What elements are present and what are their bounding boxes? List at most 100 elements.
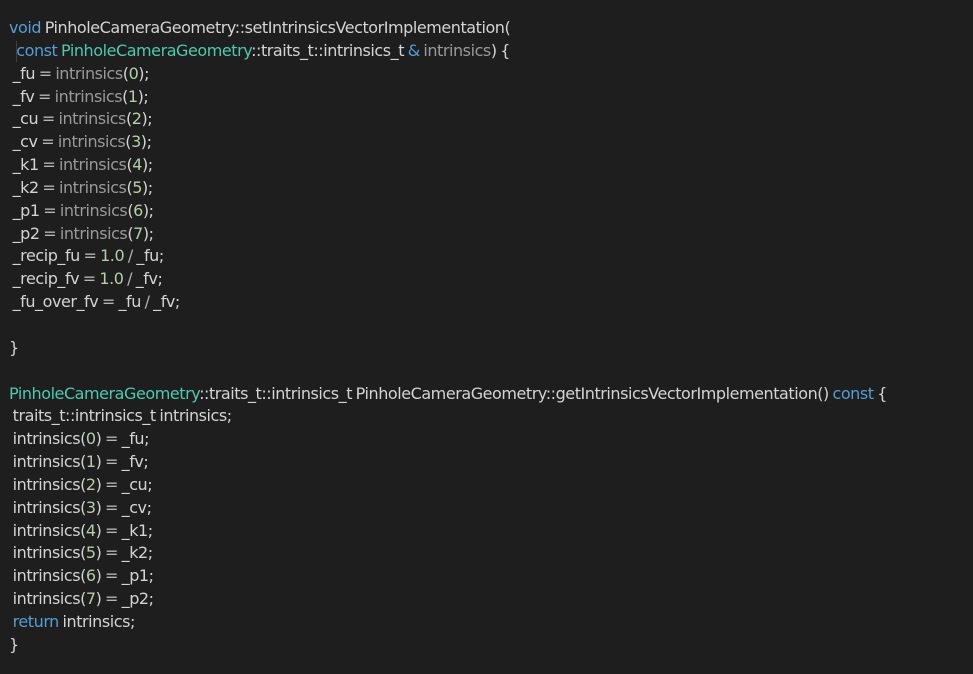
code-line[interactable]: _k2 = intrinsics(5);: [9, 177, 973, 200]
code-line[interactable]: intrinsics(2) = _cu;: [9, 474, 973, 497]
code-line[interactable]: _cv = intrinsics(3);: [9, 131, 973, 154]
code-token: _cu: [9, 109, 42, 129]
code-token: );: [141, 155, 153, 175]
code-line[interactable]: intrinsics(4) = _k1;: [9, 520, 973, 543]
code-token: _k2;: [118, 543, 154, 563]
code-line[interactable]: _cu = intrinsics(2);: [9, 108, 973, 131]
code-token: &: [407, 40, 420, 60]
code-line[interactable]: intrinsics(3) = _cv;: [9, 497, 973, 520]
code-line[interactable]: intrinsics(0) = _fu;: [9, 428, 973, 451]
code-token: _recip_fv: [9, 269, 83, 289]
code-token: 5: [85, 543, 96, 563]
code-token: 3: [85, 497, 96, 517]
code-token: 2: [85, 474, 96, 494]
code-line[interactable]: const PinholeCameraGeometry::traits_t::i…: [9, 40, 973, 63]
code-token: );: [141, 109, 153, 129]
code-token: const: [832, 383, 874, 403]
code-line[interactable]: _recip_fu = 1.0 / _fu;: [9, 245, 973, 268]
code-line[interactable]: [9, 314, 973, 337]
code-line[interactable]: _k1 = intrinsics(4);: [9, 154, 973, 177]
code-line[interactable]: return intrinsics;: [9, 611, 973, 634]
code-token: intrinsics: [59, 223, 128, 243]
code-line[interactable]: intrinsics(7) = _p2;: [9, 588, 973, 611]
code-token: ): [95, 452, 106, 472]
code-line[interactable]: _p1 = intrinsics(6);: [9, 200, 973, 223]
code-token: {: [873, 383, 887, 403]
code-token: ): [95, 474, 106, 494]
code-token: );: [142, 223, 154, 243]
code-token: intrinsics(: [9, 520, 87, 540]
code-token: _fv;: [149, 292, 180, 312]
code-token: =: [38, 86, 51, 106]
code-token: _fv: [9, 86, 39, 106]
code-token: PinholeCameraGeometry: [9, 383, 200, 403]
code-line[interactable]: _fu_over_fv = _fu / _fv;: [9, 291, 973, 314]
code-token: _fu;: [132, 246, 164, 266]
code-line[interactable]: _fu = intrinsics(0);: [9, 63, 973, 86]
code-token: =: [83, 246, 97, 266]
code-line[interactable]: intrinsics(6) = _p1;: [9, 565, 973, 588]
code-line[interactable]: _recip_fv = 1.0 / _fv;: [9, 268, 973, 291]
code-token: intrinsics(: [9, 452, 87, 472]
code-token: );: [142, 200, 154, 220]
code-token: 1: [127, 86, 138, 106]
code-token: =: [42, 177, 56, 197]
code-token: _fu: [114, 292, 145, 312]
code-token: _cv: [9, 132, 42, 152]
code-token: intrinsics: [58, 177, 127, 197]
code-token: traits_t::intrinsics_t intrinsics;: [9, 406, 233, 426]
code-token: intrinsics: [423, 40, 491, 60]
code-token: PinholeCameraGeometry::setIntrinsicsVect…: [41, 18, 511, 37]
code-token: intrinsics: [57, 132, 126, 152]
code-token: _fu_over_fv: [9, 292, 102, 312]
code-line[interactable]: }: [9, 634, 973, 657]
code-token: 6: [85, 566, 96, 586]
code-token: _fu: [9, 63, 39, 83]
code-token: =: [43, 223, 57, 243]
code-line[interactable]: intrinsics(1) = _fv;: [9, 451, 973, 474]
code-token: }: [9, 337, 19, 357]
code-token: =: [38, 63, 52, 83]
code-token: =: [43, 200, 57, 220]
code-token: _p1;: [118, 566, 154, 586]
code-line[interactable]: _fv = intrinsics(1);: [9, 86, 973, 109]
code-token: );: [137, 86, 149, 106]
code-token: _k1;: [118, 520, 154, 540]
code-token: ) {: [490, 40, 511, 60]
indent-guide: [16, 40, 17, 62]
code-line[interactable]: intrinsics(5) = _k2;: [9, 542, 973, 565]
code-token: 0: [85, 429, 96, 449]
code-token: return: [12, 611, 60, 631]
code-token: 1.0: [100, 246, 125, 266]
code-token: _p1: [9, 200, 44, 220]
code-token: _p2;: [118, 589, 154, 609]
code-token: _recip_fu: [9, 246, 84, 266]
code-token: ): [95, 429, 106, 449]
code-token: ): [95, 497, 106, 517]
code-line[interactable]: }: [9, 337, 973, 360]
code-token: );: [140, 132, 152, 152]
code-line[interactable]: _p2 = intrinsics(7);: [9, 223, 973, 246]
code-token: intrinsics: [55, 63, 123, 83]
code-token: =: [105, 497, 119, 517]
code-token: intrinsics(: [9, 429, 87, 449]
code-token: =: [105, 429, 119, 449]
code-line[interactable]: PinholeCameraGeometry::traits_t::intrins…: [9, 383, 973, 406]
code-token: }: [9, 634, 19, 654]
code-line[interactable]: void PinholeCameraGeometry::setIntrinsic…: [9, 17, 973, 40]
code-token: PinholeCameraGeometry: [61, 40, 252, 60]
code-token: ::traits_t::intrinsics_t PinholeCameraGe…: [199, 383, 833, 403]
code-token: const: [16, 40, 58, 60]
code-token: =: [101, 292, 115, 312]
code-block[interactable]: void PinholeCameraGeometry::setIntrinsic…: [9, 17, 973, 657]
code-token: intrinsics: [59, 200, 128, 220]
code-token: 0: [128, 63, 139, 83]
code-token: =: [105, 589, 119, 609]
code-editor[interactable]: void PinholeCameraGeometry::setIntrinsic…: [0, 0, 973, 674]
code-token: =: [41, 109, 55, 129]
code-token: intrinsics(: [9, 474, 87, 494]
code-line[interactable]: [9, 360, 973, 383]
code-line[interactable]: traits_t::intrinsics_t intrinsics;: [9, 405, 973, 428]
code-token: _fv;: [132, 269, 163, 289]
code-token: 4: [132, 155, 142, 175]
